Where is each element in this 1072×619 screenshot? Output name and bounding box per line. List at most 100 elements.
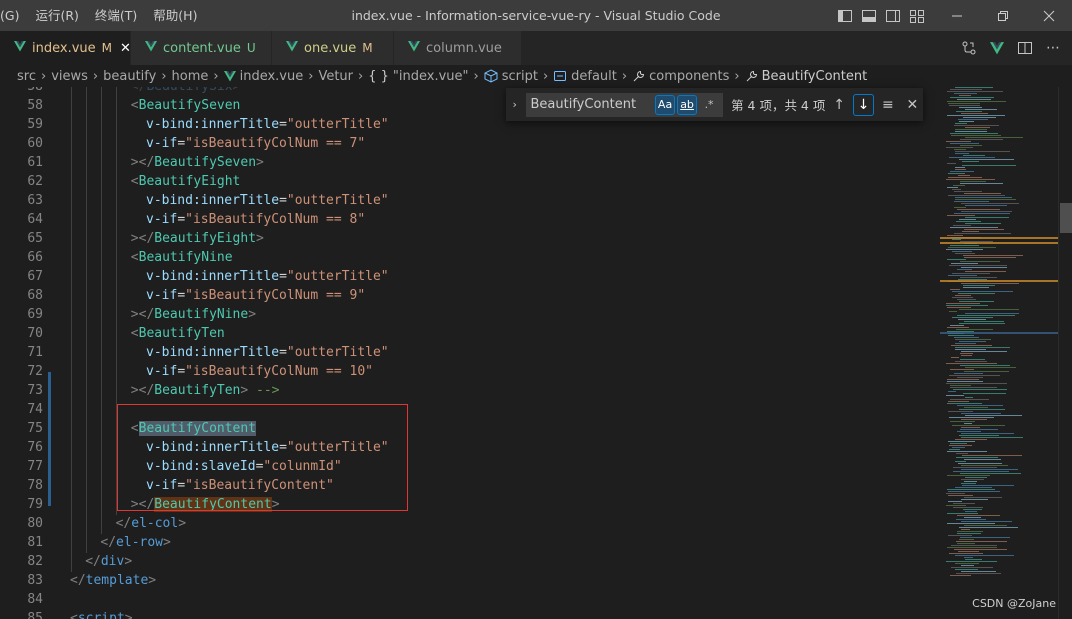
toggle-secondary-sidebar-icon[interactable] [883, 6, 903, 26]
breadcrumb-item[interactable]: Vetur [318, 69, 353, 84]
breadcrumb-item[interactable]: beautify [103, 69, 156, 84]
breadcrumb-item[interactable]: src [17, 69, 36, 84]
code-line[interactable]: 67 v-bind:innerTitle="outterTitle" [0, 267, 940, 286]
open-changes-icon[interactable] [960, 39, 978, 57]
menu-item-go[interactable]: (G) [0, 0, 27, 31]
line-number: 84 [27, 592, 43, 607]
regex-toggle[interactable]: .* [699, 95, 719, 115]
code-line[interactable]: 72 v-if="isBeautifyColNum == 10" [0, 362, 940, 381]
minimap-line [964, 459, 1001, 460]
breadcrumb-item[interactable]: components [649, 69, 729, 84]
minimap-line [953, 225, 971, 226]
code-line[interactable]: 60 v-if="isBeautifyColNum == 7" [0, 134, 940, 153]
toggle-panel-icon[interactable] [859, 6, 879, 26]
code-line[interactable]: 66 <BeautifyNine [0, 248, 940, 267]
match-whole-word-toggle[interactable]: ab [677, 94, 698, 115]
code-text: <BeautifyNine [130, 250, 233, 265]
code-line[interactable]: 76 v-bind:innerTitle="outterTitle" [0, 438, 940, 457]
minimap-line [961, 483, 976, 484]
line-number: 75 [27, 421, 43, 436]
code-line[interactable]: 82 </div> [0, 552, 940, 571]
close-find-icon[interactable]: ✕ [902, 94, 923, 116]
minimap[interactable] [940, 87, 1058, 619]
minimap-line [950, 89, 982, 90]
code-line[interactable]: 78 v-if="isBeautifyContent" [0, 476, 940, 495]
code-line[interactable]: 64 v-if="isBeautifyColNum == 8" [0, 210, 940, 229]
minimap-line [955, 563, 979, 564]
tab-content-vue[interactable]: content.vue U [131, 31, 272, 65]
minimap-search-match [940, 242, 1058, 244]
minimap-line [955, 295, 971, 296]
breadcrumb-item[interactable]: script [502, 69, 538, 84]
menu-item-run[interactable]: 运行(R) [27, 0, 86, 31]
tab-index-vue[interactable]: index.vue M ✕ [0, 31, 131, 65]
minimap-line [947, 379, 979, 380]
minimap-line [964, 407, 988, 408]
minimap-line [963, 393, 1006, 394]
line-number: 74 [27, 402, 43, 417]
code-line[interactable]: 83 </template> [0, 571, 940, 590]
minimap-preview [940, 87, 1058, 576]
split-editor-icon[interactable] [1016, 39, 1034, 57]
code-line[interactable]: 70 <BeautifyTen [0, 324, 940, 343]
toggle-replace-chevron-icon[interactable]: › [506, 88, 524, 121]
match-case-toggle[interactable]: Aa [655, 94, 676, 115]
code-line[interactable]: 85 <script> [0, 609, 940, 619]
code-line[interactable]: 77 v-bind:slaveId="colunmId" [0, 457, 940, 476]
vertical-scrollbar[interactable] [1058, 87, 1072, 619]
code-editor[interactable]: 58 </BeautifySix> 58 <BeautifySeven 59 v-bind… [0, 87, 940, 619]
breadcrumb-item[interactable]: views [51, 69, 88, 84]
code-line[interactable]: 74 [0, 400, 940, 419]
code-line[interactable]: 69 ></BeautifyNine> [0, 305, 940, 324]
find-input[interactable]: BeautifyContent Aa ab .* [525, 92, 724, 117]
previous-match-arrow-up-icon[interactable]: ↑ [828, 94, 849, 116]
code-line[interactable]: 75 <BeautifyContent [0, 419, 940, 438]
close-tab-icon[interactable]: ✕ [120, 41, 131, 56]
find-in-selection-icon[interactable]: ≡ [877, 94, 898, 116]
breadcrumb-item[interactable]: home [172, 69, 209, 84]
code-line[interactable]: 61 ></BeautifySeven> [0, 153, 940, 172]
code-line[interactable]: 71 v-bind:innerTitle="outterTitle" [0, 343, 940, 362]
code-text: ></BeautifyEight> [130, 231, 264, 246]
code-line[interactable]: 84 [0, 590, 940, 609]
minimap-line [961, 419, 987, 420]
chevron-right-icon: › [161, 68, 167, 84]
code-line[interactable]: 81 </el-row> [0, 533, 940, 552]
scrollbar-thumb[interactable] [1060, 203, 1072, 233]
close-window-icon[interactable] [1026, 0, 1072, 31]
menu-item-terminal[interactable]: 终端(T) [87, 0, 145, 31]
toggle-primary-sidebar-icon[interactable] [835, 6, 855, 26]
code-line[interactable]: 63 v-bind:innerTitle="outterTitle" [0, 191, 940, 210]
code-line[interactable]: 62 <BeautifyEight [0, 172, 940, 191]
restore-icon[interactable] [980, 0, 1026, 31]
code-line[interactable]: 79 ></BeautifyContent> [0, 495, 940, 514]
code-text: ></BeautifyTen> --> [130, 383, 280, 398]
vue-preview-icon[interactable] [988, 39, 1006, 57]
breadcrumb-item[interactable]: "index.vue" [393, 69, 469, 84]
vue-file-icon [145, 40, 157, 56]
customize-layout-icon[interactable] [907, 6, 927, 26]
minimap-line [946, 363, 997, 364]
breadcrumb-item[interactable]: BeautifyContent [762, 69, 868, 84]
line-number: 80 [27, 516, 43, 531]
minimap-line [963, 287, 989, 288]
breadcrumb-item[interactable]: default [571, 69, 617, 84]
minimap-line [953, 185, 965, 186]
minimap-line [952, 425, 1005, 426]
minimap-line [965, 137, 1023, 138]
tab-one-vue[interactable]: one.vue M [272, 31, 394, 65]
menu-item-help[interactable]: 帮助(H) [145, 0, 205, 31]
code-line[interactable]: 80 </el-col> [0, 514, 940, 533]
minimap-line [949, 265, 1007, 266]
next-match-arrow-down-icon[interactable]: ↓ [852, 93, 875, 116]
minimap-line [962, 485, 1014, 486]
breadcrumb-item[interactable]: index.vue [240, 69, 304, 84]
code-line[interactable]: 65 ></BeautifyEight> [0, 229, 940, 248]
code-line[interactable]: 68 v-if="isBeautifyColNum == 9" [0, 286, 940, 305]
code-line[interactable]: 73 ></BeautifyTen> --> [0, 381, 940, 400]
minimap-line [959, 409, 1005, 410]
minimap-line [964, 481, 977, 482]
more-actions-icon[interactable]: ⋯ [1044, 39, 1062, 57]
tab-column-vue[interactable]: column.vue [394, 31, 522, 65]
minimize-icon[interactable] [934, 0, 980, 31]
